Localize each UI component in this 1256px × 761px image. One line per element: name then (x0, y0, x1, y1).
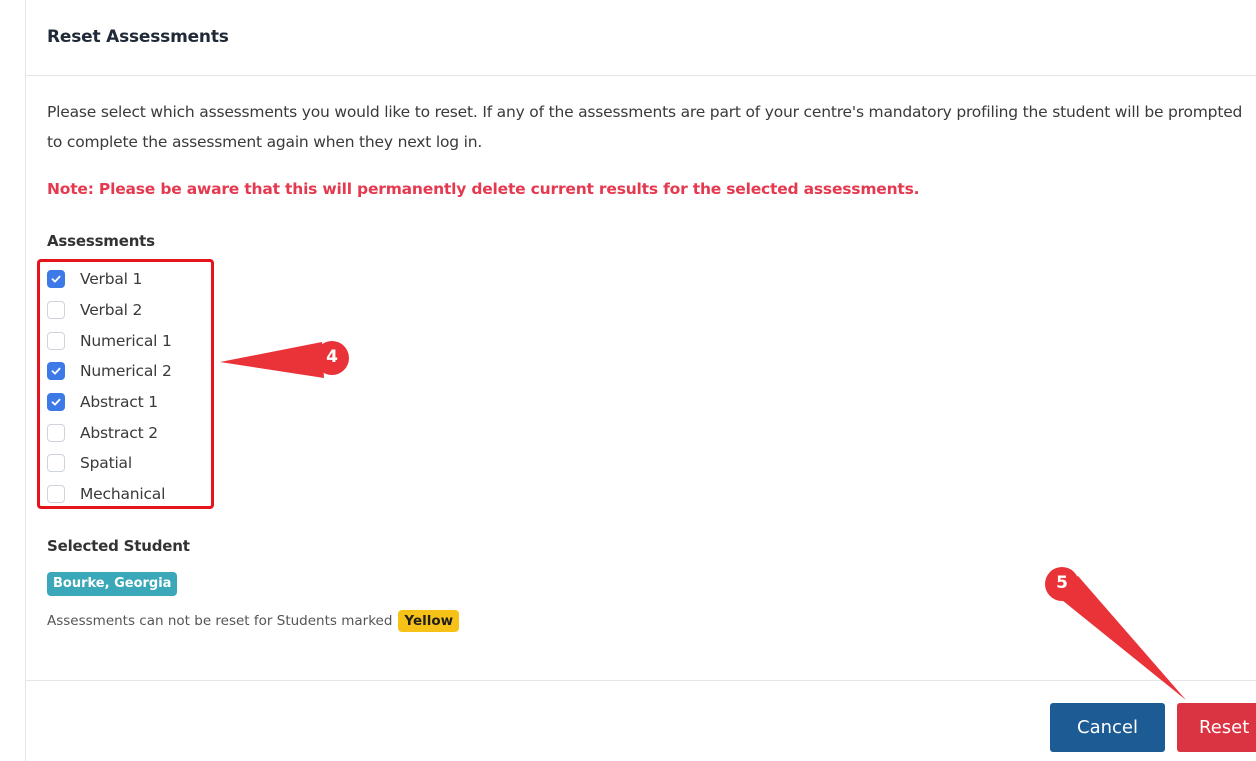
reset-info-line: Assessments can not be reset for Student… (47, 610, 460, 632)
selected-student-label: Selected Student (47, 537, 190, 555)
reset-button[interactable]: Reset (1177, 703, 1256, 752)
warning-note: Note: Please be aware that this will per… (47, 180, 920, 198)
assessments-label: Assessments (47, 232, 155, 250)
callout-5-number: 5 (1056, 573, 1068, 593)
cancel-button[interactable]: Cancel (1050, 703, 1165, 752)
yellow-status-badge: Yellow (398, 610, 460, 632)
student-badge: Bourke, Georgia (47, 572, 178, 596)
dialog-title: Reset Assessments (47, 27, 229, 47)
reset-info-text: Assessments can not be reset for Student… (47, 613, 393, 629)
annotation-highlight-box (37, 259, 214, 509)
dialog-left-border (25, 0, 26, 761)
header-divider (26, 75, 1256, 76)
callout-4-number: 4 (326, 347, 338, 367)
footer-divider (26, 680, 1256, 681)
intro-text: Please select which assessments you woul… (47, 103, 1243, 151)
